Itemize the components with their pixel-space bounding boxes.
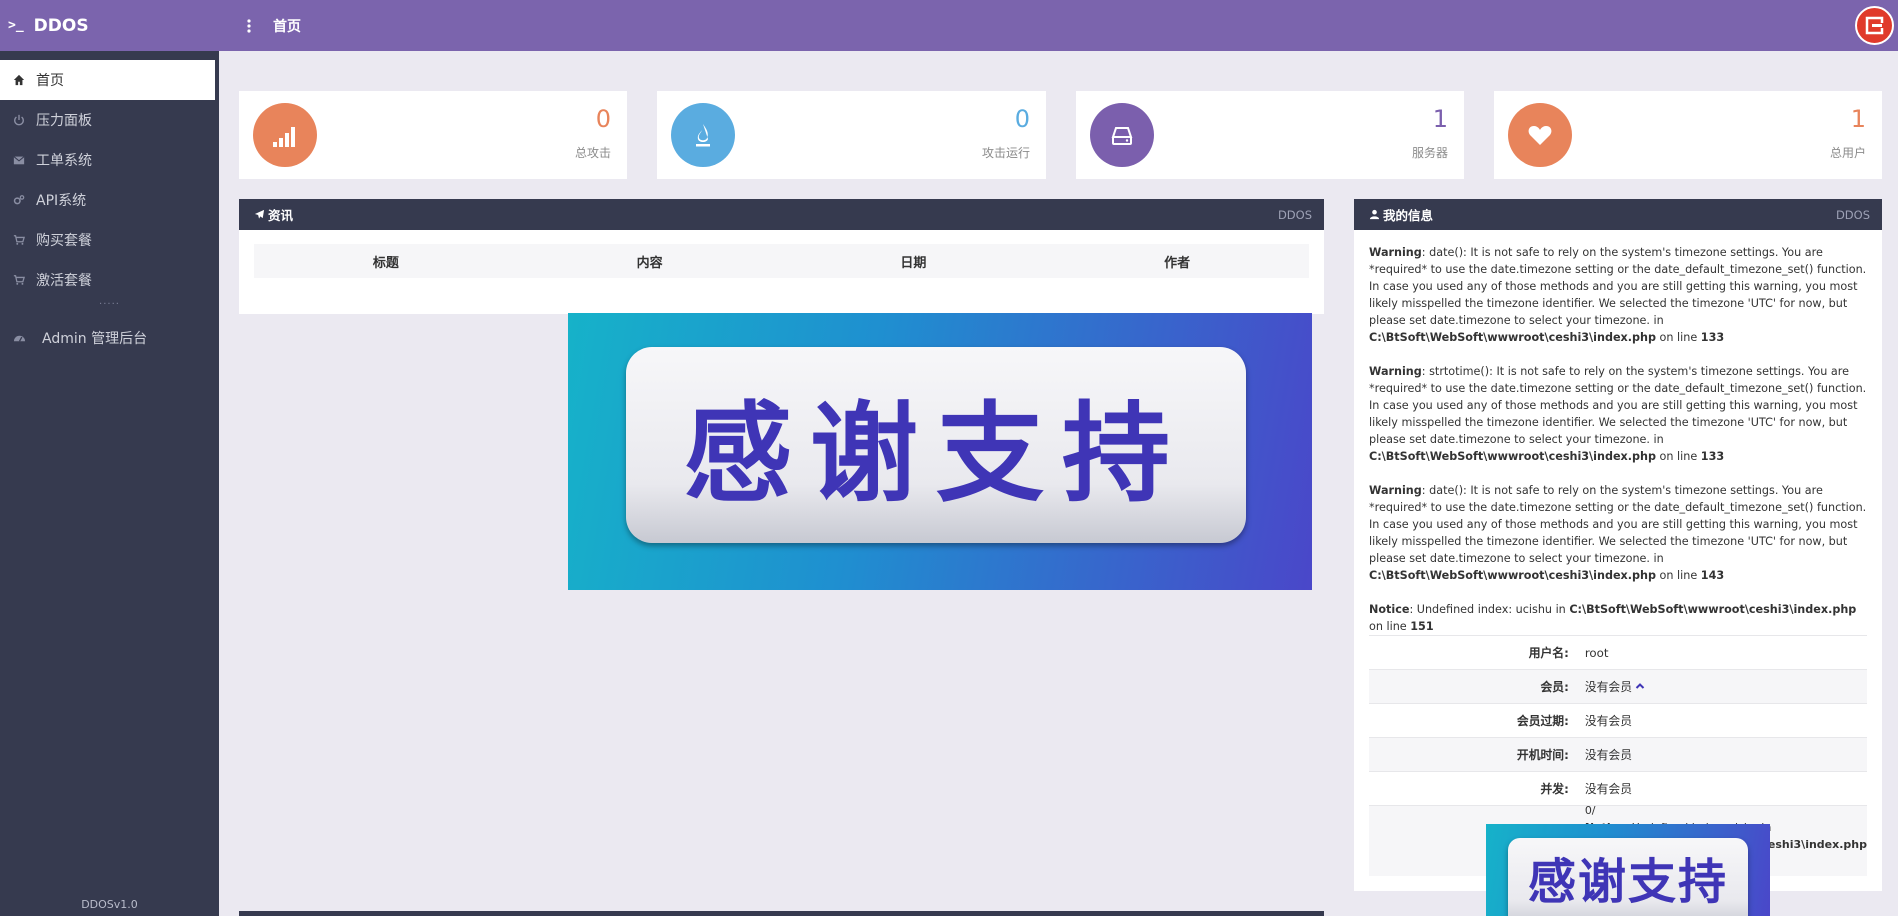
info-panel-title: 我的信息 [1383,208,1434,223]
sidebar-item-home[interactable]: 首页 [0,60,215,100]
sidebar-item-label: 购买套餐 [36,233,92,249]
brand-name: DDOS [33,15,89,36]
user-icon [1369,209,1380,220]
column-header: 日期 [781,244,1046,278]
info-value: root [1582,635,1867,670]
stat-value: 0 [595,105,611,133]
power-icon [12,113,26,127]
cart-icon [12,233,26,247]
sidebar-divider: ····· [99,299,120,310]
info-value: 没有会员 [1582,737,1867,772]
brand[interactable]: >_ DDOS [0,0,219,51]
sidebar-item-label: 压力面板 [36,113,92,129]
panel-tag: DDOS [1277,207,1312,222]
info-key: 开机时间: [1369,737,1583,772]
thanks-banner-small: 感谢支持 [1486,824,1770,916]
php-warning: Warning: date(): It is not safe to rely … [1369,246,1867,344]
column-header: 作者 [1045,244,1309,278]
sidebar-item-label: 首页 [36,73,64,89]
info-key: 会员: [1369,669,1583,704]
info-row-expiry: 会员过期: 没有会员 [1369,703,1867,738]
column-header: 内容 [517,244,782,278]
heart-icon [1508,103,1572,167]
stat-label: 攻击运行 [981,146,1030,160]
banner-text: 感谢支持 [1508,838,1748,916]
paper-plane-icon [254,209,265,219]
table-header-row: 标题 内容 日期 作者 [254,244,1309,278]
info-row-username: 用户名: root [1369,635,1867,670]
sidebar: 首页 压力面板 工单系统 API系统 购买套餐 激活套餐 ····· Admin… [0,51,219,916]
column-header: 标题 [254,244,518,278]
info-value[interactable]: 没有会员 [1582,669,1867,704]
info-value: 没有会员 [1582,703,1867,738]
dashboard-icon [12,331,26,345]
terminal-icon: >_ [8,18,24,33]
sidebar-item-buy-plan[interactable]: 购买套餐 [0,220,219,260]
news-panel: 资讯 DDOS 标题 内容 日期 作者 [239,199,1324,314]
menu-toggle-button[interactable] [237,14,261,38]
page-title: 首页 [273,18,301,35]
php-warning: Warning: date(): It is not safe to rely … [1369,484,1867,582]
stat-card-total-users: 1 总用户 [1494,91,1882,179]
vertical-dots-icon [247,18,251,33]
stat-card-total-attacks: 0 总攻击 [239,91,627,179]
news-panel-header: 资讯 DDOS [239,199,1324,230]
stat-value: 1 [1850,105,1866,133]
stat-label: 服务器 [1411,146,1448,160]
home-icon [12,73,26,87]
cogs-icon [12,193,26,207]
panel-header-partial [239,911,1324,916]
cart-icon [12,273,26,287]
news-table: 标题 内容 日期 作者 [254,244,1309,278]
sidebar-item-label: 工单系统 [36,153,92,169]
thanks-banner: 感谢支持 [568,313,1312,590]
stat-card-running-attacks: 0 攻击运行 [657,91,1046,179]
sidebar-item-stress-panel[interactable]: 压力面板 [0,100,219,140]
envelope-icon [12,153,26,167]
news-panel-title: 资讯 [268,208,294,223]
info-key: 并发: [1369,771,1583,806]
signal-icon [253,103,317,167]
banner-text: 感谢支持 [626,347,1246,543]
stat-value: 1 [1432,105,1448,133]
info-key: 会员过期: [1369,703,1583,738]
panel-tag: DDOS [1835,207,1870,222]
stat-label: 总攻击 [574,146,611,160]
stat-value: 0 [1014,105,1030,133]
sidebar-item-activate-plan[interactable]: 激活套餐 [0,260,219,300]
info-row-membership: 会员: 没有会员 [1369,669,1867,704]
info-row-boot-time: 开机时间: 没有会员 [1369,737,1867,772]
info-value: 没有会员 [1582,771,1867,806]
sidebar-item-label: Admin 管理后台 [42,331,148,347]
logo-icon [1865,16,1884,34]
sidebar-item-api[interactable]: API系统 [0,180,219,220]
stat-card-servers: 1 服务器 [1076,91,1464,179]
stat-label: 总用户 [1829,146,1866,160]
fire-icon [671,103,735,167]
php-warning: Warning: strtotime(): It is not safe to … [1369,365,1867,463]
info-row-concurrency: 并发: 没有会员 [1369,771,1867,806]
sidebar-item-tickets[interactable]: 工单系统 [0,140,219,180]
info-panel-header: 我的信息 DDOS [1354,199,1882,230]
php-notice: Notice: Undefined index: ucishu in C:\Bt… [1369,603,1857,633]
top-navbar: >_ DDOS 首页 [0,0,1898,51]
chevron-up-icon [1635,683,1645,689]
php-warnings: Warning: date(): It is not safe to rely … [1354,230,1882,635]
info-key: 用户名: [1369,635,1583,670]
sidebar-item-label: API系统 [36,193,87,209]
sidebar-item-label: 激活套餐 [36,273,92,289]
sidebar-item-admin[interactable]: Admin 管理后台 [0,318,219,358]
hdd-icon [1090,103,1154,167]
version-label: DDOSv1.0 [81,898,138,911]
user-avatar[interactable] [1855,6,1894,45]
my-info-panel: 我的信息 DDOS Warning: date(): It is not saf… [1354,199,1882,891]
